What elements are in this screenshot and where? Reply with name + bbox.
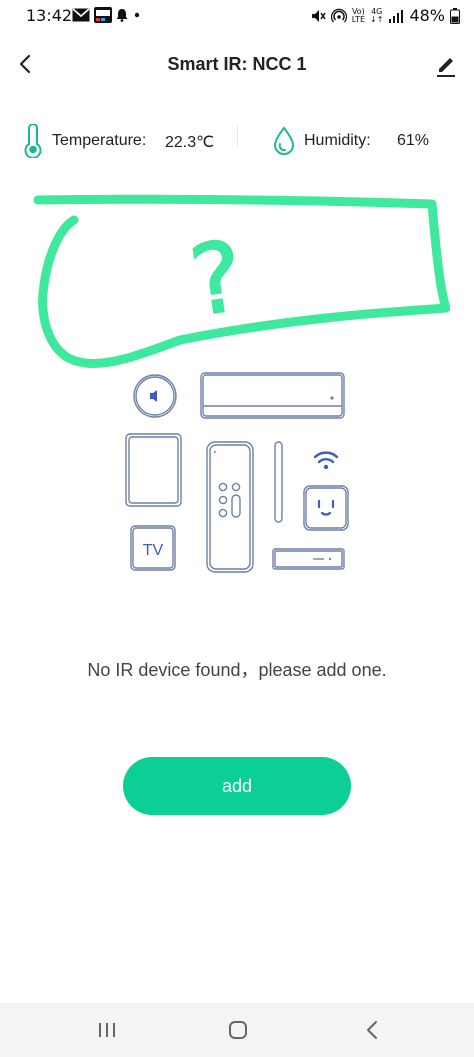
tv-box-label: TV — [143, 542, 164, 559]
pencil-icon — [437, 58, 455, 77]
battery-percent: 48% — [409, 6, 445, 25]
status-bar: 13:42 Vo) LTE 4G ↓↑ 48% — [0, 0, 474, 32]
recent-apps-icon — [99, 1023, 115, 1037]
battery-icon — [450, 7, 460, 24]
ir-devices-illustration: TV — [125, 372, 349, 573]
system-back-button[interactable] — [352, 1015, 392, 1045]
humidity-label: Humidity: — [304, 132, 371, 149]
hotspot-icon — [330, 8, 347, 22]
app-notification-icon — [94, 7, 112, 23]
humidity-drop-icon — [273, 126, 295, 155]
humidity-value: 61% — [397, 132, 430, 149]
home-icon — [229, 1021, 247, 1039]
edit-button[interactable] — [430, 48, 462, 80]
sensor-row: Temperature: 22.3℃ Humidity: 61% — [0, 118, 474, 162]
question-mark-annotation: ? — [184, 220, 250, 338]
tablet-device-icon — [125, 433, 182, 507]
header: Smart IR: NCC 1 — [0, 40, 474, 88]
recent-apps-button[interactable] — [87, 1015, 127, 1045]
add-button[interactable]: add — [123, 757, 351, 815]
data-indicator: 4G ↓↑ — [370, 6, 384, 24]
bell-icon — [116, 9, 128, 22]
page-title: Smart IR: NCC 1 — [167, 54, 307, 74]
highlight-scribble: ? — [33, 194, 450, 368]
set-top-box-icon — [272, 548, 345, 570]
streaming-stick-icon — [274, 441, 283, 523]
dot-icon — [134, 12, 140, 18]
volte-indicator: Vo) LTE — [351, 6, 366, 24]
status-time: 13:42 — [26, 6, 73, 25]
empty-state-message: No IR device found，please add one. — [87, 660, 387, 680]
sensor-divider — [237, 126, 238, 146]
mail-icon — [72, 8, 90, 22]
thermometer-icon — [24, 124, 42, 158]
signal-icon — [389, 9, 404, 23]
remote-control-icon — [206, 441, 254, 573]
temperature-label: Temperature: — [52, 132, 147, 149]
system-nav-bar — [0, 1003, 474, 1057]
back-arrow-icon — [367, 1021, 377, 1039]
mute-icon — [311, 9, 326, 22]
home-button[interactable] — [218, 1015, 258, 1045]
air-conditioner-icon — [200, 372, 345, 419]
wifi-icon — [313, 451, 339, 470]
smart-plug-icon — [303, 485, 349, 531]
temperature-value: 22.3℃ — [165, 134, 215, 151]
